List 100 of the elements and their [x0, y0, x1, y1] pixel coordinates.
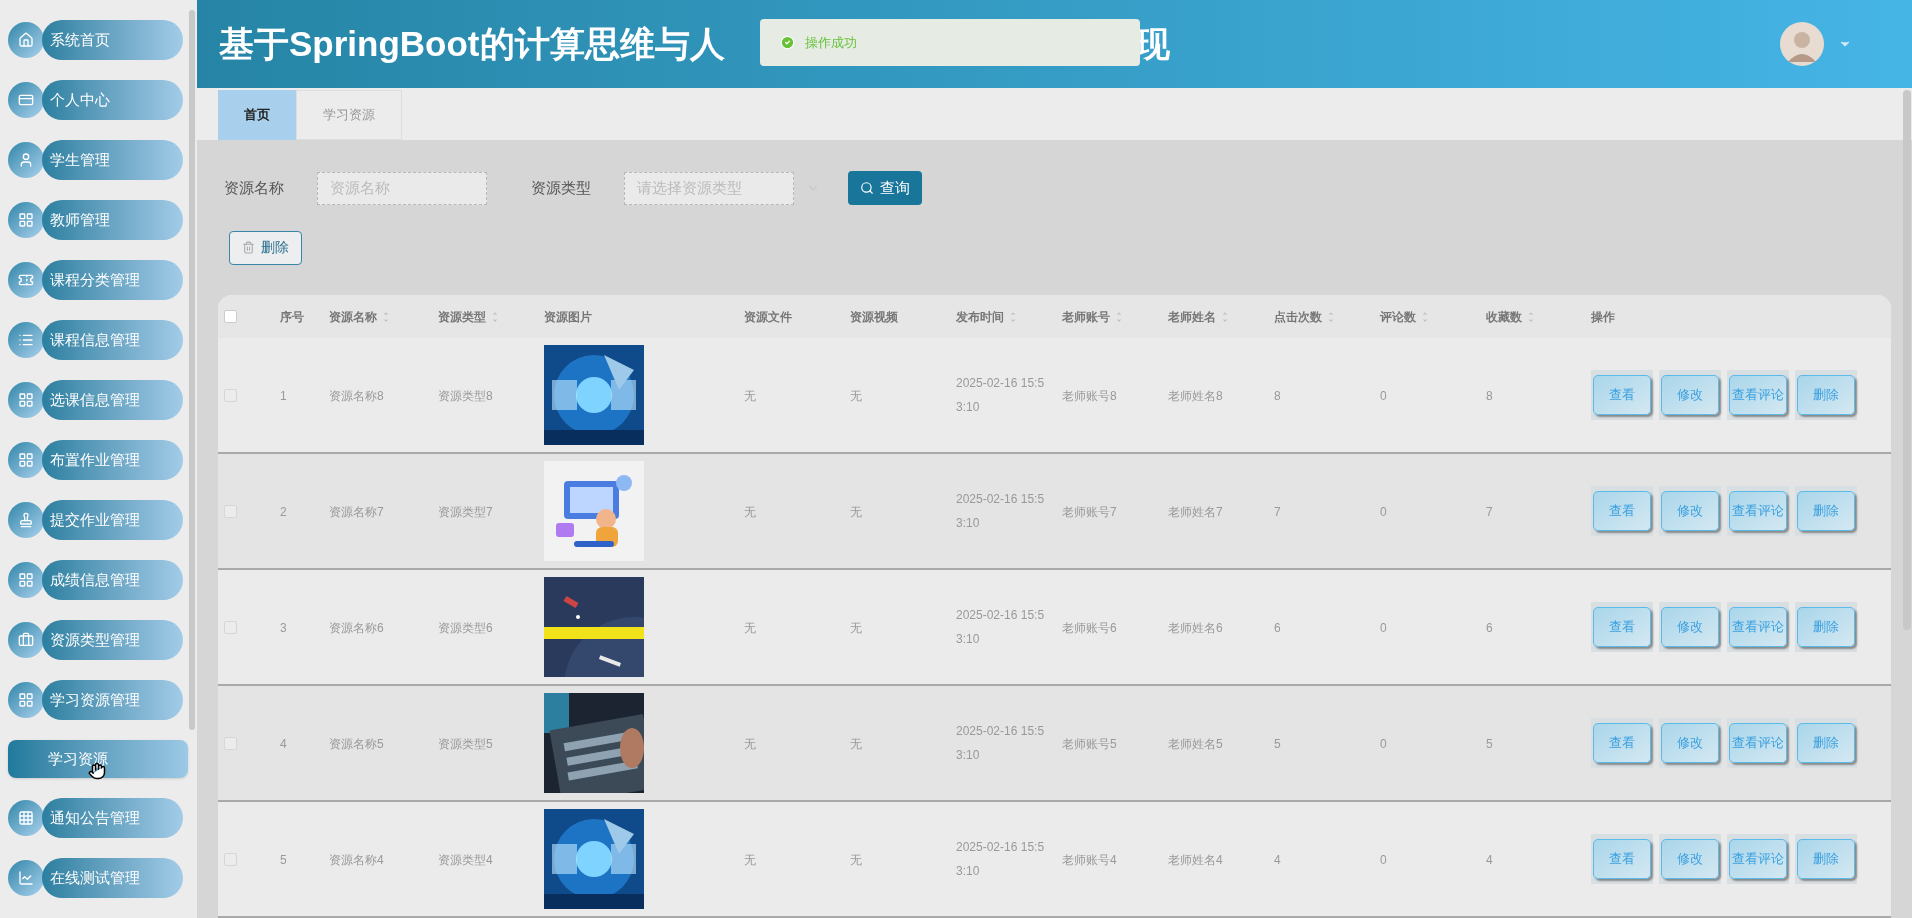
sort-icon[interactable]: [1114, 309, 1124, 324]
table-cell: 5: [1274, 737, 1281, 751]
filter-label: 资源名称: [224, 178, 285, 199]
sort-icon[interactable]: [1220, 309, 1230, 324]
sort-icon[interactable]: [1008, 309, 1018, 324]
column-header[interactable]: 资源视频: [850, 307, 898, 326]
tab[interactable]: 首页: [218, 90, 296, 140]
column-header[interactable]: 老师账号: [1062, 307, 1110, 326]
action-button[interactable]: 查看评论: [1729, 839, 1787, 879]
sidebar-item[interactable]: 学习资源管理: [42, 680, 183, 720]
sidebar-item[interactable]: 学生管理: [42, 140, 183, 180]
sort-icon[interactable]: [381, 309, 391, 324]
tab[interactable]: 学习资源: [296, 90, 402, 140]
table-cell: 3: [280, 621, 287, 635]
table-cell: 5: [280, 853, 287, 867]
table-cell: 老师账号5: [1062, 737, 1117, 751]
sort-icon[interactable]: [490, 309, 500, 324]
action-button[interactable]: 查看: [1593, 375, 1651, 415]
sidebar-item[interactable]: 通知公告管理: [42, 798, 183, 838]
column-header[interactable]: 收藏数: [1486, 307, 1522, 326]
table-cell: 资源名称6: [329, 621, 384, 635]
column-header[interactable]: 点击次数: [1274, 307, 1322, 326]
sidebar-item[interactable]: 资源类型管理: [42, 620, 183, 660]
search-button[interactable]: 查询: [848, 171, 922, 206]
table-cell: 0: [1380, 737, 1387, 751]
table-cell: 资源名称8: [329, 389, 384, 403]
action-button[interactable]: 修改: [1661, 839, 1719, 879]
action-button[interactable]: 删除: [1797, 607, 1855, 647]
grid-icon: [8, 442, 44, 478]
sort-icon[interactable]: [1326, 309, 1336, 324]
table-cell: 0: [1380, 853, 1387, 867]
action-button[interactable]: 修改: [1661, 491, 1719, 531]
sort-icon[interactable]: [1420, 309, 1430, 324]
action-button[interactable]: 删除: [1797, 839, 1855, 879]
sidebar-item[interactable]: 布置作业管理: [42, 440, 183, 480]
table-cell: 老师姓名4: [1168, 853, 1223, 867]
sidebar-item[interactable]: 选课信息管理: [42, 380, 183, 420]
avatar[interactable]: [1780, 22, 1824, 66]
grid-icon: [8, 800, 44, 836]
action-button[interactable]: 查看: [1593, 723, 1651, 763]
table-cell: 资源类型4: [438, 853, 493, 867]
action-button[interactable]: 查看评论: [1729, 723, 1787, 763]
column-header[interactable]: 发布时间: [956, 307, 1004, 326]
search-icon: [860, 181, 874, 196]
action-button[interactable]: 修改: [1661, 375, 1719, 415]
column-header[interactable]: 资源图片: [544, 307, 592, 326]
grid-icon: [8, 562, 44, 598]
stamp-icon: [8, 502, 44, 538]
column-header[interactable]: 操作: [1591, 307, 1615, 326]
column-header[interactable]: 资源类型: [438, 307, 486, 326]
sidebar-item[interactable]: 在线测试管理: [42, 858, 183, 898]
table-cell: 资源类型7: [438, 505, 493, 519]
table-cell: 无: [850, 389, 862, 403]
action-button[interactable]: 查看评论: [1729, 607, 1787, 647]
trash-icon: [242, 241, 255, 255]
table-cell-text: 2025-02-16 15:53:10: [956, 491, 1046, 532]
card-icon: [8, 82, 44, 118]
action-button[interactable]: 查看: [1593, 839, 1651, 879]
scrollbar[interactable]: [189, 10, 195, 730]
table-cell: 无: [744, 737, 756, 751]
table-cell: 0: [1380, 621, 1387, 635]
column-header[interactable]: 资源文件: [744, 307, 792, 326]
column-header[interactable]: 评论数: [1380, 307, 1416, 326]
action-button[interactable]: 删除: [1797, 723, 1855, 763]
sidebar-item[interactable]: 个人中心: [42, 80, 183, 120]
home-icon: [8, 22, 44, 58]
table-cell: 老师账号4: [1062, 853, 1117, 867]
sidebar-item[interactable]: 课程分类管理: [42, 260, 183, 300]
table-cell: 4: [280, 737, 287, 751]
table-cell: 4: [1274, 853, 1281, 867]
table-cell: 2: [280, 505, 287, 519]
action-button[interactable]: 查看: [1593, 607, 1651, 647]
action-button[interactable]: 修改: [1661, 723, 1719, 763]
action-button[interactable]: 查看评论: [1729, 491, 1787, 531]
table-cell: 5: [1486, 737, 1493, 751]
action-button[interactable]: 删除: [1797, 491, 1855, 531]
column-header[interactable]: 序号: [280, 307, 304, 326]
table-cell: 无: [850, 621, 862, 635]
sort-icon[interactable]: [1526, 309, 1536, 324]
table-cell: 资源类型5: [438, 737, 493, 751]
table-cell: 资源类型6: [438, 621, 493, 635]
sidebar-item[interactable]: 教师管理: [42, 200, 183, 240]
sidebar-item[interactable]: 提交作业管理: [42, 500, 183, 540]
checkbox[interactable]: [224, 310, 237, 323]
toast-message: 操作成功: [805, 33, 857, 52]
column-header[interactable]: 老师姓名: [1168, 307, 1216, 326]
sidebar-item[interactable]: 系统首页: [42, 20, 183, 60]
action-button[interactable]: 查看: [1593, 491, 1651, 531]
sidebar-item[interactable]: 成绩信息管理: [42, 560, 183, 600]
user-icon: [8, 142, 44, 178]
table-cell: 7: [1274, 505, 1281, 519]
sidebar-item[interactable]: 课程信息管理: [42, 320, 183, 360]
delete-button[interactable]: 删除: [229, 230, 302, 265]
action-button[interactable]: 修改: [1661, 607, 1719, 647]
action-button[interactable]: 删除: [1797, 375, 1855, 415]
scrollbar[interactable]: [1903, 90, 1911, 630]
table-cell: 无: [850, 737, 862, 751]
table-cell: 无: [744, 621, 756, 635]
action-button[interactable]: 查看评论: [1729, 375, 1787, 415]
column-header[interactable]: 资源名称: [329, 307, 377, 326]
